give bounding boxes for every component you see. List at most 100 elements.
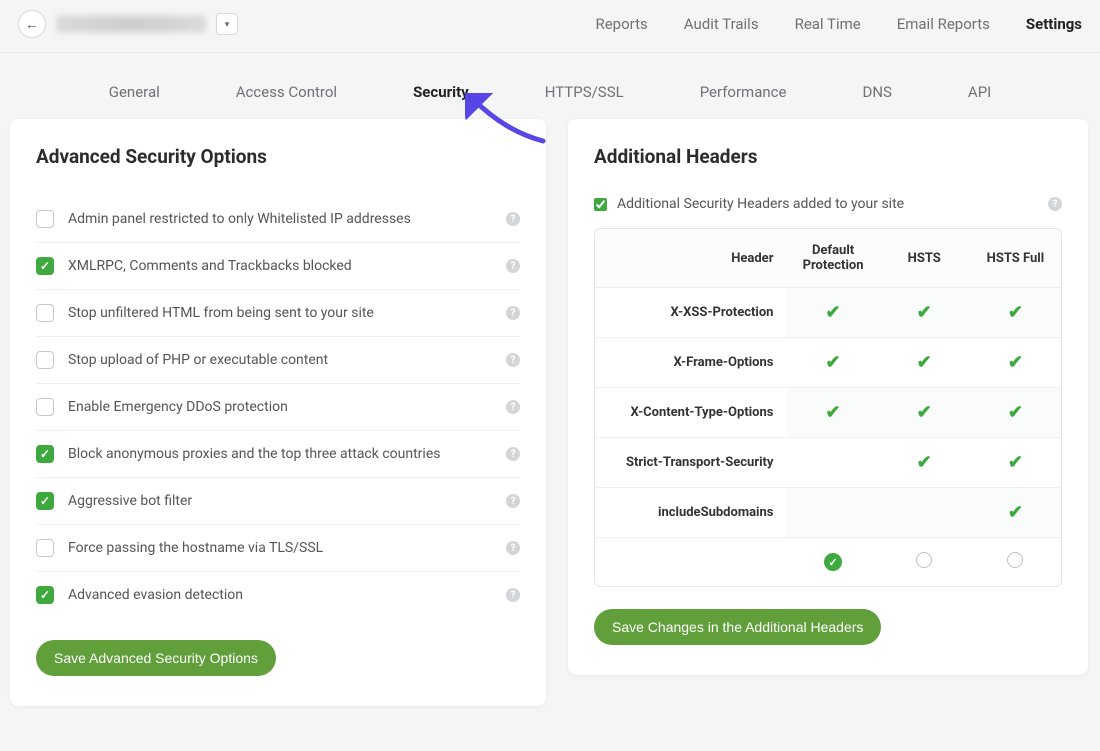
header-name-cell: X-Content-Type-Options (595, 387, 787, 437)
header-name-cell: X-XSS-Protection (595, 287, 787, 337)
header-support-cell: ✔ (970, 287, 1061, 337)
security-option-row: Stop upload of PHP or executable content… (36, 337, 520, 384)
security-option-row: Admin panel restricted to only Whitelist… (36, 196, 520, 243)
security-option-row: Aggressive bot filter? (36, 478, 520, 525)
check-icon: ✔ (1008, 452, 1023, 473)
nav-email-reports[interactable]: Email Reports (897, 15, 990, 33)
card-title: Advanced Security Options (36, 145, 520, 168)
header-name-cell: Strict-Transport-Security (595, 437, 787, 487)
help-icon[interactable]: ? (506, 588, 520, 602)
nav-audit-trails[interactable]: Audit Trails (684, 15, 759, 33)
tab-https-ssl[interactable]: HTTPS/SSL (545, 83, 624, 101)
table-header-row: HeaderDefault ProtectionHSTSHSTS Full (595, 229, 1061, 287)
headers-enabled-checkbox[interactable] (594, 198, 607, 211)
save-security-button[interactable]: Save Advanced Security Options (36, 640, 276, 676)
help-icon[interactable]: ? (1048, 197, 1062, 211)
advanced-security-card: Advanced Security Options Admin panel re… (10, 119, 546, 706)
plan-radio[interactable] (916, 552, 932, 568)
arrow-left-icon: ← (25, 16, 39, 32)
topbar-left: ← ▾ (18, 10, 238, 38)
security-option-row: XMLRPC, Comments and Trackbacks blocked? (36, 243, 520, 290)
security-option-row: Advanced evasion detection? (36, 572, 520, 618)
nav-real-time[interactable]: Real Time (795, 15, 861, 33)
option-checkbox[interactable] (36, 304, 54, 322)
security-option-row: Enable Emergency DDoS protection? (36, 384, 520, 431)
header-support-cell (879, 487, 970, 537)
option-label: Force passing the hostname via TLS/SSL (68, 540, 492, 556)
header-support-cell (787, 487, 878, 537)
plan-radio[interactable] (1007, 552, 1023, 568)
header-support-cell: ✔ (879, 437, 970, 487)
table-row: X-Frame-Options ✔ ✔ ✔ (595, 337, 1061, 387)
header-support-cell: ✔ (879, 337, 970, 387)
check-icon: ✔ (917, 302, 932, 323)
header-support-cell: ✔ (970, 487, 1061, 537)
header-support-cell: ✔ (970, 337, 1061, 387)
plan-radio-cell (787, 537, 878, 586)
check-icon: ✔ (1008, 502, 1023, 523)
check-icon: ✔ (826, 352, 841, 373)
headers-table: HeaderDefault ProtectionHSTSHSTS Full X-… (594, 228, 1062, 587)
tab-access-control[interactable]: Access Control (236, 83, 337, 101)
option-checkbox[interactable] (36, 445, 54, 463)
tab-security[interactable]: Security (413, 83, 469, 101)
help-icon[interactable]: ? (506, 400, 520, 414)
option-checkbox[interactable] (36, 492, 54, 510)
check-icon: ✔ (917, 352, 932, 373)
tab-dns[interactable]: DNS (862, 83, 891, 101)
option-label: Advanced evasion detection (68, 587, 492, 603)
card-title: Additional Headers (594, 145, 1062, 168)
plan-radio-selected[interactable] (824, 553, 842, 571)
chevron-down-icon: ▾ (225, 19, 230, 30)
header-support-cell: ✔ (879, 387, 970, 437)
primary-nav: Reports Audit Trails Real Time Email Rep… (595, 15, 1082, 33)
help-icon[interactable]: ? (506, 541, 520, 555)
domain-dropdown[interactable]: ▾ (216, 13, 238, 35)
headers-enabled-row: Additional Security Headers added to you… (594, 196, 1062, 228)
save-headers-button[interactable]: Save Changes in the Additional Headers (594, 609, 881, 645)
help-icon[interactable]: ? (506, 447, 520, 461)
option-label: Aggressive bot filter (68, 493, 492, 509)
help-icon[interactable]: ? (506, 353, 520, 367)
option-checkbox[interactable] (36, 210, 54, 228)
option-checkbox[interactable] (36, 398, 54, 416)
plan-selector-row (595, 537, 1061, 586)
topbar: ← ▾ Reports Audit Trails Real Time Email… (0, 0, 1100, 53)
header-support-cell: ✔ (970, 437, 1061, 487)
option-label: Stop upload of PHP or executable content (68, 352, 492, 368)
help-icon[interactable]: ? (506, 494, 520, 508)
option-checkbox[interactable] (36, 257, 54, 275)
check-icon: ✔ (1008, 402, 1023, 423)
back-button[interactable]: ← (18, 10, 46, 38)
check-icon: ✔ (917, 452, 932, 473)
help-icon[interactable]: ? (506, 259, 520, 273)
nav-settings[interactable]: Settings (1026, 15, 1082, 33)
header-name-cell: X-Frame-Options (595, 337, 787, 387)
option-label: XMLRPC, Comments and Trackbacks blocked (68, 258, 492, 274)
nav-reports[interactable]: Reports (595, 15, 647, 33)
option-label: Stop unfiltered HTML from being sent to … (68, 305, 492, 321)
tab-performance[interactable]: Performance (700, 83, 787, 101)
option-checkbox[interactable] (36, 351, 54, 369)
security-options-list: Admin panel restricted to only Whitelist… (36, 196, 520, 618)
option-label: Admin panel restricted to only Whitelist… (68, 211, 492, 227)
headers-enabled-label: Additional Security Headers added to you… (617, 196, 1038, 212)
option-label: Enable Emergency DDoS protection (68, 399, 492, 415)
table-row: includeSubdomains✔ (595, 487, 1061, 537)
help-icon[interactable]: ? (506, 212, 520, 226)
option-checkbox[interactable] (36, 586, 54, 604)
security-option-row: Stop unfiltered HTML from being sent to … (36, 290, 520, 337)
table-column-header: HSTS (879, 229, 970, 287)
header-support-cell: ✔ (787, 387, 878, 437)
help-icon[interactable]: ? (506, 306, 520, 320)
tab-api[interactable]: API (968, 83, 991, 101)
check-icon: ✔ (1008, 352, 1023, 373)
tab-general[interactable]: General (109, 83, 160, 101)
header-support-cell: ✔ (879, 287, 970, 337)
table-row: X-XSS-Protection✔✔✔ (595, 287, 1061, 337)
security-option-row: Force passing the hostname via TLS/SSL? (36, 525, 520, 572)
additional-headers-card: Additional Headers Additional Security H… (568, 119, 1088, 675)
option-label: Block anonymous proxies and the top thre… (68, 446, 492, 462)
table-column-header: Default Protection (787, 229, 878, 287)
option-checkbox[interactable] (36, 539, 54, 557)
